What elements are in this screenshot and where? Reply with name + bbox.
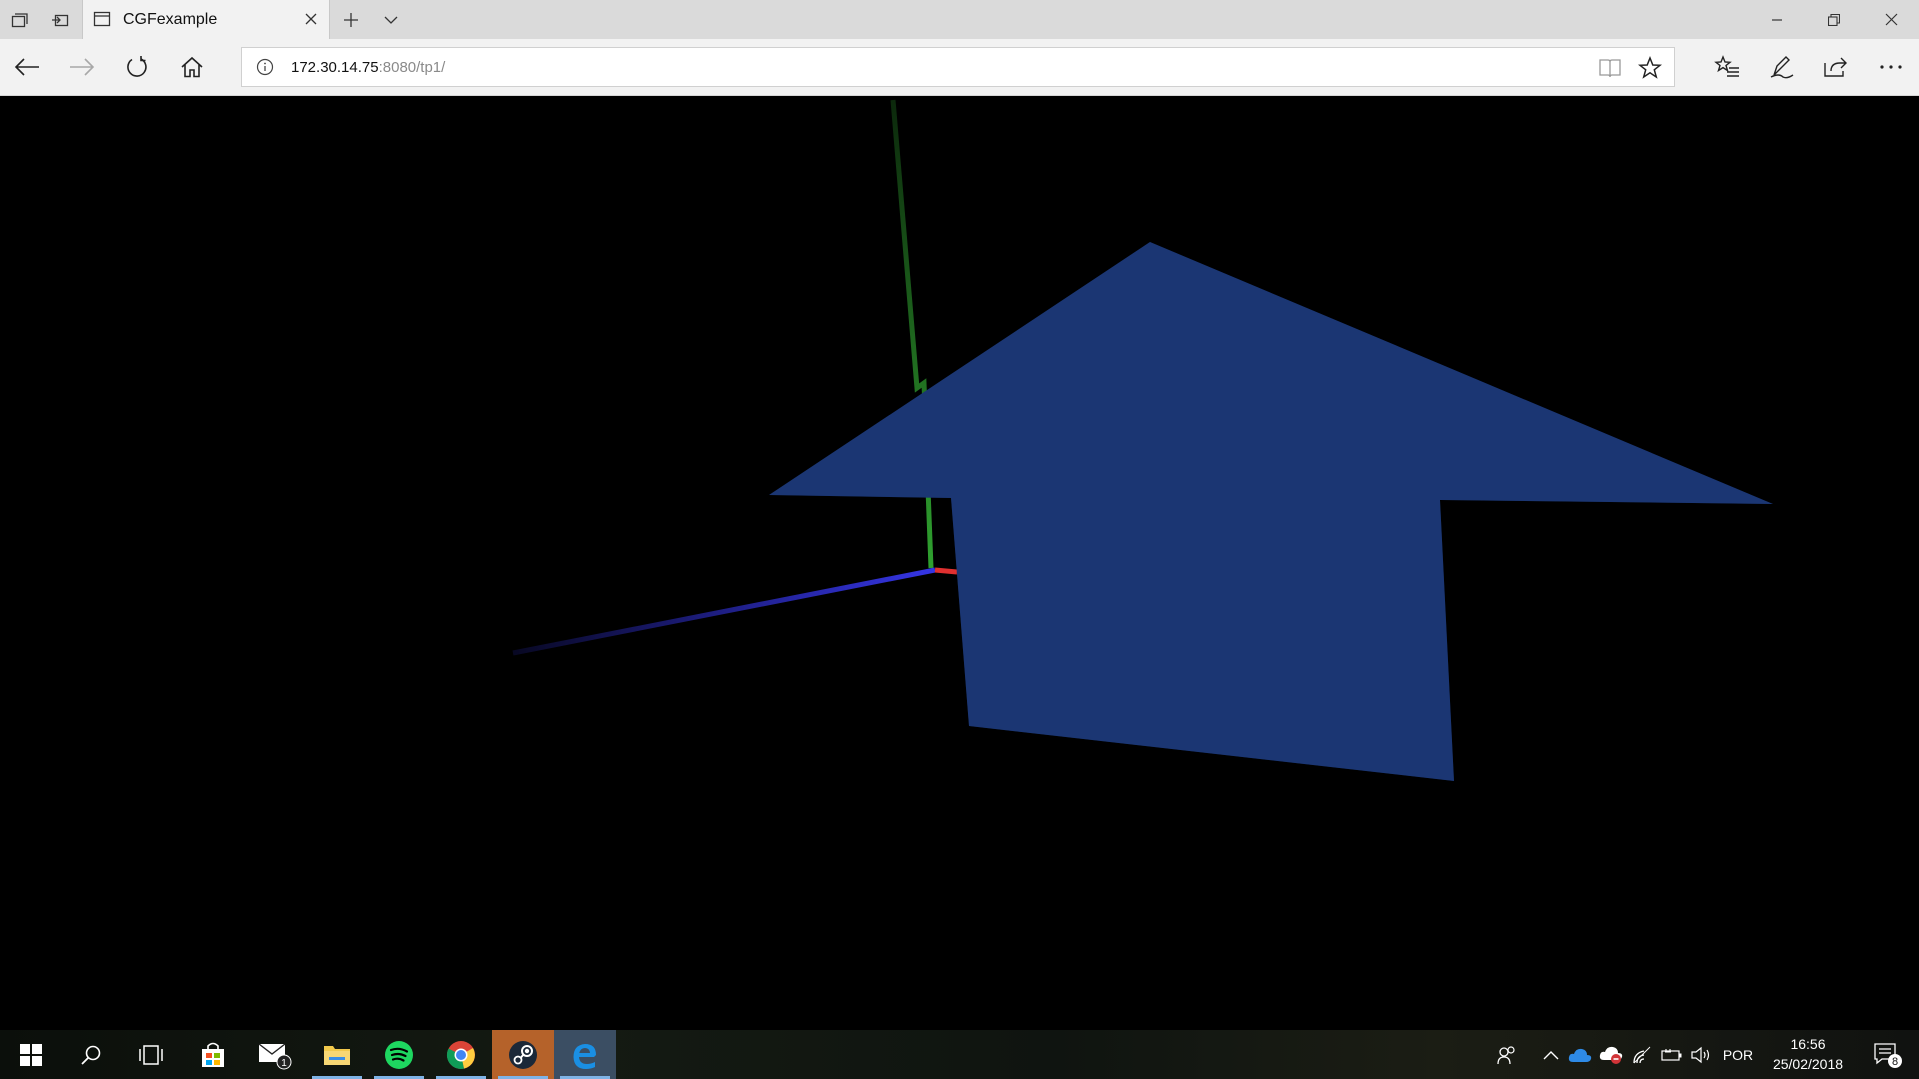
plus-icon bbox=[344, 12, 358, 27]
tabs-aside-icon bbox=[11, 12, 28, 27]
onedrive-button[interactable] bbox=[1566, 1030, 1594, 1079]
browser-tab[interactable]: CGFexample bbox=[82, 0, 330, 39]
forward-button[interactable] bbox=[61, 47, 103, 87]
notification-badge: 8 bbox=[1892, 1056, 1898, 1068]
refresh-button[interactable] bbox=[116, 47, 158, 87]
tab-preview-button[interactable] bbox=[371, 0, 411, 39]
cloud-error-icon bbox=[1599, 1046, 1623, 1064]
windows-taskbar: 1 POR 16:56 25/02/2018 8 bbox=[0, 1030, 1919, 1079]
chrome-icon bbox=[446, 1040, 475, 1069]
address-bar[interactable]: 172.30.14.75:8080/tp1/ bbox=[241, 47, 1675, 87]
webgl-canvas[interactable] bbox=[0, 96, 1919, 1029]
volume-button[interactable] bbox=[1688, 1030, 1716, 1079]
language-indicator: POR bbox=[1722, 1046, 1754, 1063]
pen-icon bbox=[1770, 56, 1794, 79]
action-center-button[interactable]: 8 bbox=[1866, 1030, 1910, 1079]
battery-button[interactable] bbox=[1658, 1030, 1686, 1079]
show-hidden-icons-button[interactable] bbox=[1537, 1030, 1565, 1079]
spotify-button[interactable] bbox=[368, 1030, 430, 1079]
search-button[interactable] bbox=[60, 1030, 122, 1079]
y-axis bbox=[890, 99, 934, 569]
start-button[interactable] bbox=[0, 1030, 62, 1079]
minimize-icon bbox=[1772, 18, 1782, 21]
tab-close-button[interactable] bbox=[301, 9, 321, 29]
favorites-hub-button[interactable] bbox=[1706, 47, 1748, 87]
sync-error-button[interactable] bbox=[1597, 1030, 1625, 1079]
z-axis bbox=[512, 567, 936, 656]
star-icon[interactable] bbox=[1638, 56, 1662, 80]
share-icon bbox=[1824, 57, 1847, 77]
people-button[interactable] bbox=[1490, 1030, 1524, 1079]
back-button[interactable] bbox=[6, 47, 48, 87]
network-button[interactable] bbox=[1628, 1030, 1656, 1079]
home-icon bbox=[181, 56, 203, 78]
favorites-list-icon bbox=[1714, 55, 1739, 77]
close-icon bbox=[305, 13, 317, 25]
spotify-icon bbox=[385, 1040, 413, 1069]
url-text[interactable]: 172.30.14.75:8080/tp1/ bbox=[291, 59, 445, 76]
share-button[interactable] bbox=[1815, 47, 1857, 87]
mail-icon: 1 bbox=[258, 1042, 292, 1069]
steam-icon bbox=[509, 1040, 537, 1069]
input-language-button[interactable]: POR bbox=[1718, 1030, 1758, 1079]
web-note-button[interactable] bbox=[1761, 47, 1803, 87]
store-button[interactable] bbox=[182, 1030, 244, 1079]
url-host: 172.30.14.75 bbox=[291, 59, 379, 76]
x-axis bbox=[934, 567, 958, 575]
restore-icon bbox=[1828, 13, 1840, 26]
url-path: :8080/tp1/ bbox=[378, 59, 446, 76]
more-icon bbox=[1880, 65, 1902, 69]
arrow-polygon-shade bbox=[769, 242, 1773, 781]
minimize-button[interactable] bbox=[1749, 0, 1805, 39]
store-icon bbox=[202, 1042, 224, 1067]
restore-button[interactable] bbox=[1806, 0, 1862, 39]
chrome-button[interactable] bbox=[430, 1030, 492, 1079]
tab-title: CGFexample bbox=[123, 11, 218, 28]
people-icon bbox=[1497, 1045, 1515, 1064]
title-bar: CGFexample bbox=[0, 0, 1919, 39]
close-icon bbox=[1885, 13, 1897, 26]
mail-badge: 1 bbox=[281, 1058, 287, 1069]
tabs-aside-button[interactable] bbox=[0, 0, 40, 39]
steam-button[interactable] bbox=[492, 1030, 554, 1079]
refresh-icon bbox=[127, 56, 147, 77]
clock-button[interactable]: 16:56 25/02/2018 bbox=[1762, 1030, 1854, 1079]
notification-icon: 8 bbox=[1874, 1042, 1902, 1068]
folder-icon bbox=[324, 1045, 350, 1065]
edge-button[interactable] bbox=[554, 1030, 616, 1079]
windows-icon bbox=[20, 1043, 42, 1066]
page-icon bbox=[93, 11, 111, 27]
set-aside-icon bbox=[52, 14, 69, 26]
file-explorer-button[interactable] bbox=[306, 1030, 368, 1079]
chevron-up-icon bbox=[1543, 1050, 1559, 1059]
edge-icon bbox=[573, 1043, 596, 1069]
clock-time: 16:56 bbox=[1790, 1036, 1826, 1052]
new-tab-button[interactable] bbox=[331, 0, 371, 39]
reading-view-icon[interactable] bbox=[1598, 57, 1622, 79]
home-button[interactable] bbox=[171, 47, 213, 87]
task-view-button[interactable] bbox=[120, 1030, 182, 1079]
scene bbox=[512, 99, 1773, 781]
cloud-icon bbox=[1568, 1048, 1592, 1062]
settings-more-button[interactable] bbox=[1870, 47, 1912, 87]
info-icon[interactable] bbox=[256, 58, 274, 76]
mail-button[interactable]: 1 bbox=[244, 1030, 306, 1079]
chevron-down-icon bbox=[384, 16, 398, 24]
clock-date: 25/02/2018 bbox=[1772, 1056, 1844, 1072]
search-icon bbox=[81, 1045, 101, 1065]
task-view-icon bbox=[139, 1044, 163, 1065]
browser-toolbar: 172.30.14.75:8080/tp1/ bbox=[0, 39, 1919, 96]
arrow-right-icon bbox=[70, 58, 95, 76]
battery-icon bbox=[1661, 1048, 1682, 1061]
close-window-button[interactable] bbox=[1863, 0, 1919, 39]
wifi-icon bbox=[1633, 1046, 1651, 1063]
arrow-left-icon bbox=[14, 58, 39, 76]
show-set-aside-tabs-button[interactable] bbox=[40, 0, 80, 39]
speaker-icon bbox=[1691, 1046, 1710, 1063]
